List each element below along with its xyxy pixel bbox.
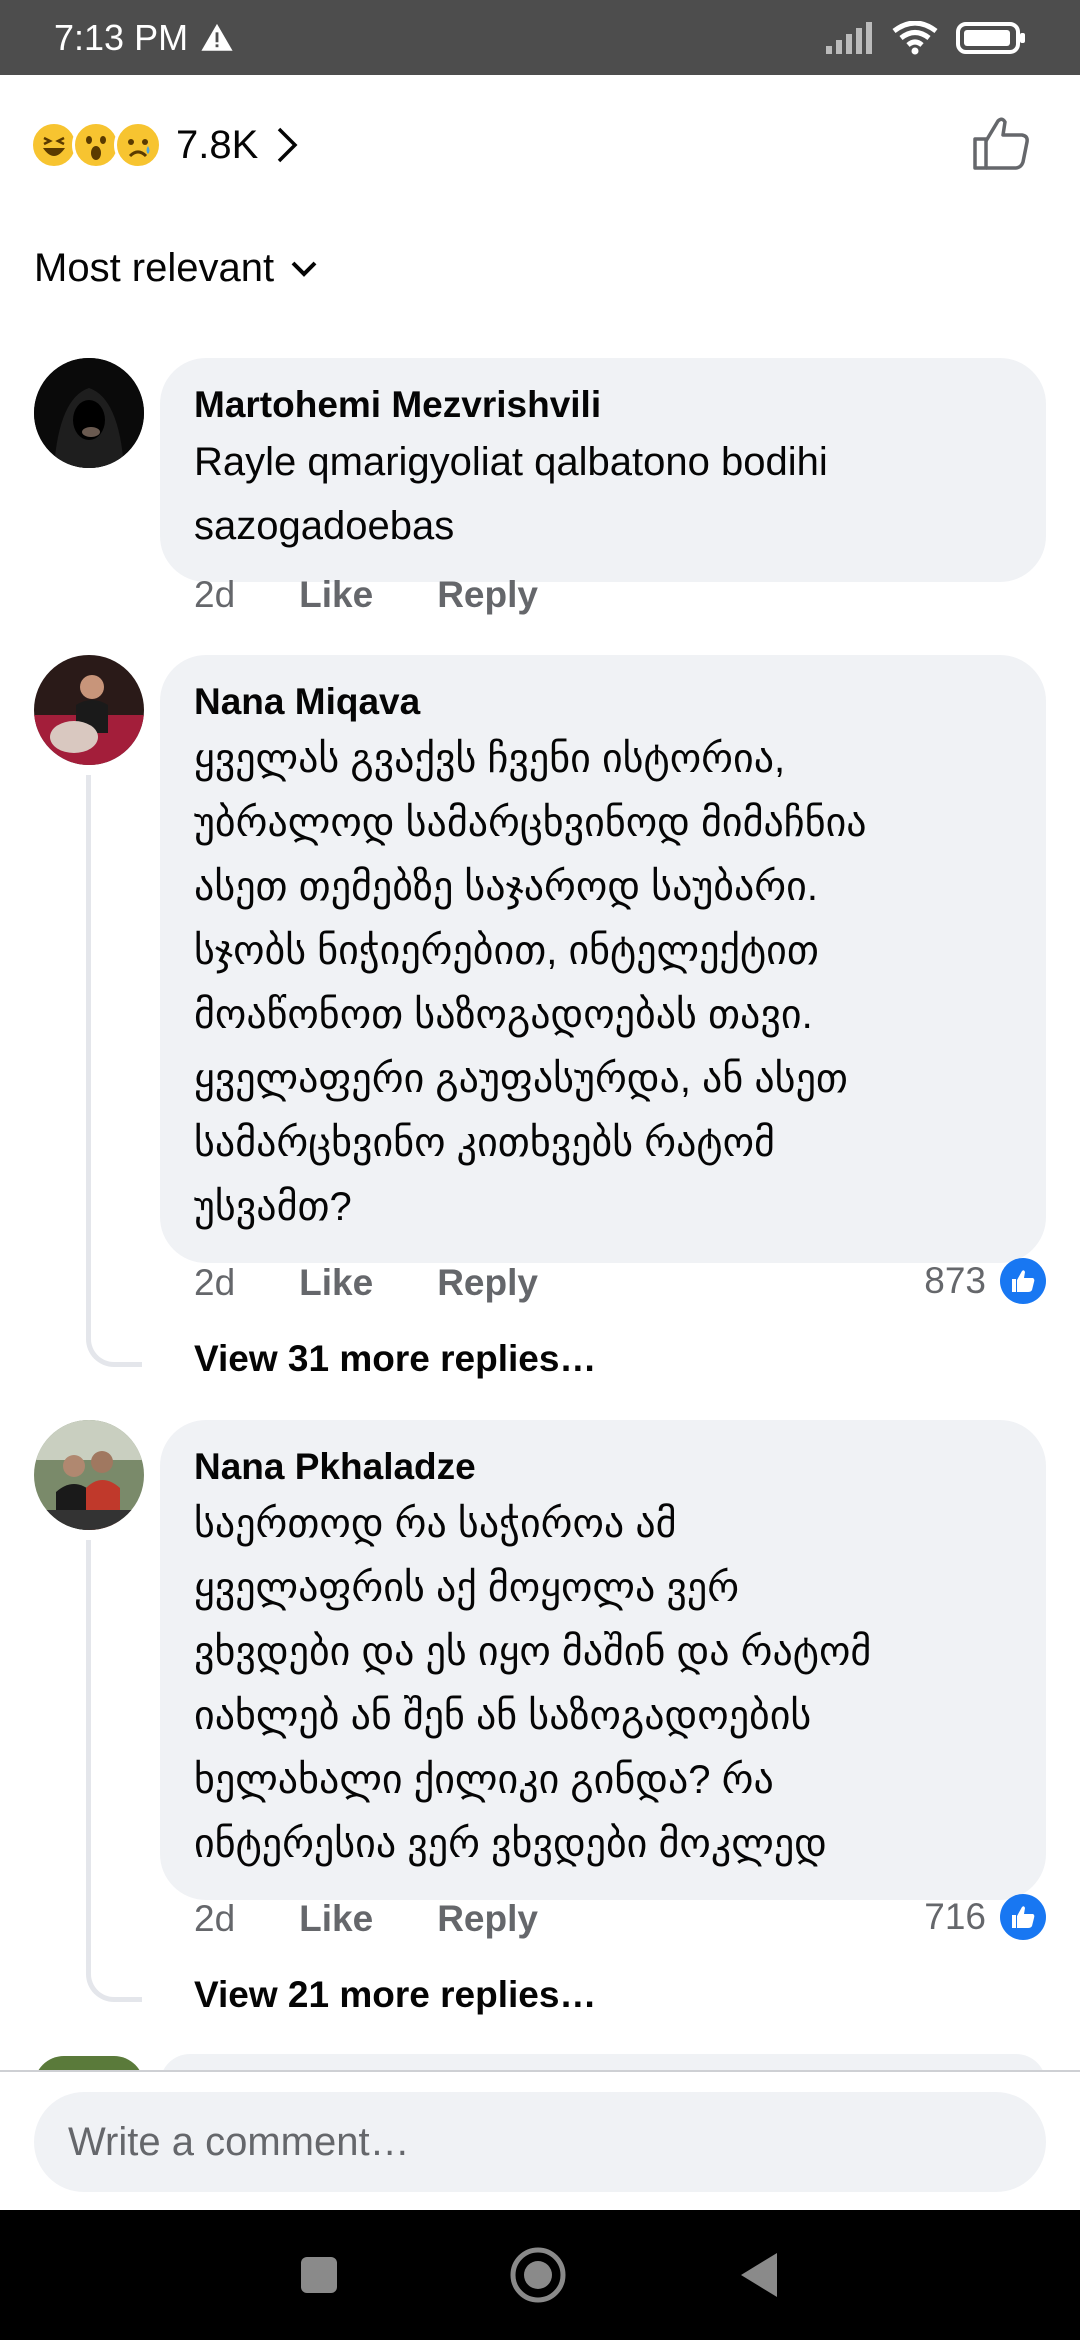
status-time: 7:13 PM (54, 16, 189, 58)
comment-bubble[interactable]: Nana Miqava ყველას გვაქვს ჩვენი ისტორია,… (160, 655, 1046, 1263)
comment-bubble[interactable]: Martohemi Mezvrishvili Rayle qmarigyolia… (160, 358, 1046, 582)
status-bar: 7:13 PM (0, 0, 1080, 75)
comment-text: Rayle qmarigyoliat qalbatono bodihi sazo… (194, 440, 828, 548)
thread-line (86, 1540, 142, 2002)
reactions-summary[interactable]: 7.8K (0, 75, 1080, 215)
view-more-replies[interactable]: View 31 more replies… (194, 1338, 596, 1380)
like-button[interactable]: Like (299, 1262, 373, 1304)
comment-text: ყველას გვაქვს ჩვენი ისტორია, უბრალოდ სამ… (194, 737, 867, 1229)
reaction-count[interactable]: 873 (924, 1258, 1046, 1304)
reaction-count[interactable]: 716 (924, 1894, 1046, 1940)
view-more-replies[interactable]: View 21 more replies… (194, 1974, 596, 2016)
wifi-icon (892, 20, 938, 54)
reply-button[interactable]: Reply (437, 574, 538, 616)
comment-bubble[interactable]: Nana Pkhaladze საერთოდ რა საჭიროა ამ ყვე… (160, 1420, 1046, 1900)
comment-text: საერთოდ რა საჭიროა ამ ყველაფრის აქ მოყოლ… (194, 1502, 872, 1866)
comment-actions: 2d Like Reply (194, 1262, 602, 1304)
reply-button[interactable]: Reply (437, 1262, 538, 1304)
wow-emoji-icon (72, 121, 120, 169)
comment-time: 2d (194, 1262, 236, 1303)
thumbs-up-icon (1000, 1258, 1046, 1304)
comment-author[interactable]: Martohemi Mezvrishvili (194, 380, 1012, 430)
comment-actions: 2d Like Reply (194, 574, 602, 616)
system-nav-bar (0, 2210, 1080, 2340)
sad-emoji-icon (114, 121, 162, 169)
avatar[interactable] (34, 655, 144, 765)
recents-icon[interactable] (299, 2255, 339, 2295)
back-icon[interactable] (737, 2251, 781, 2299)
like-outline-icon[interactable] (972, 115, 1030, 171)
battery-icon (956, 21, 1025, 54)
signal-icon (826, 21, 872, 54)
comment-author[interactable]: Nana Pkhaladze (194, 1442, 1012, 1492)
comment-author[interactable]: Nana Miqava (194, 677, 1012, 727)
thumbs-up-icon (1000, 1894, 1046, 1940)
like-button[interactable]: Like (299, 1898, 373, 1940)
home-icon[interactable] (509, 2246, 567, 2304)
avatar[interactable] (34, 358, 144, 468)
comment-time: 2d (194, 574, 236, 615)
warning-icon (201, 23, 233, 51)
laughing-emoji-icon (30, 121, 78, 169)
sort-label: Most relevant (34, 246, 275, 290)
comment-input[interactable]: Write a comment… (34, 2092, 1046, 2192)
avatar[interactable] (34, 1420, 144, 1530)
thread-line (86, 775, 142, 1367)
reply-button[interactable]: Reply (437, 1898, 538, 1940)
comment-actions: 2d Like Reply (194, 1898, 602, 1940)
sort-dropdown[interactable]: Most relevant (34, 246, 318, 291)
reaction-emojis (30, 121, 162, 169)
comment-composer: Write a comment… (0, 2070, 1080, 2210)
comment-time: 2d (194, 1898, 236, 1939)
chevron-right-icon[interactable] (276, 126, 298, 164)
like-button[interactable]: Like (299, 574, 373, 616)
chevron-down-icon (291, 261, 317, 277)
reaction-count: 7.8K (176, 122, 259, 167)
